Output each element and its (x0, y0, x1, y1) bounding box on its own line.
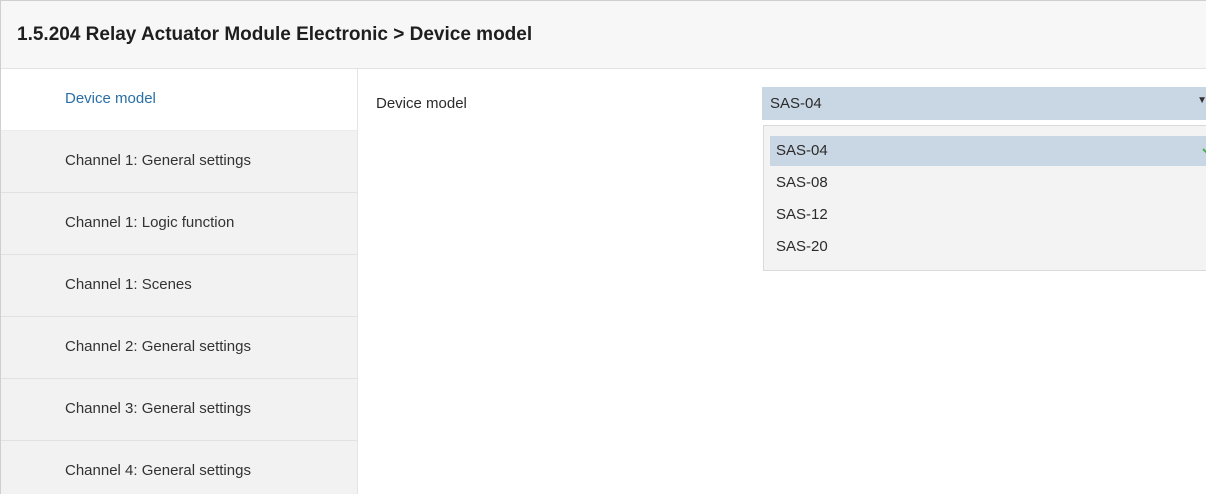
option-label: SAS-12 (776, 206, 828, 223)
sidebar-item-channel-4-general-settings[interactable]: Channel 4: General settings (1, 441, 357, 494)
sidebar-item-device-model[interactable]: Device model (1, 69, 357, 131)
sidebar-item-label: Device model (65, 90, 156, 107)
sidebar-item-channel-2-general-settings[interactable]: Channel 2: General settings (1, 317, 357, 379)
sidebar: Device model Channel 1: General settings… (1, 69, 358, 494)
sidebar-item-channel-1-logic-function[interactable]: Channel 1: Logic function (1, 193, 357, 255)
device-model-label: Device model (376, 95, 467, 112)
sidebar-item-channel-1-scenes[interactable]: Channel 1: Scenes (1, 255, 357, 317)
select-value: SAS-04 (770, 95, 822, 112)
sidebar-item-channel-1-general-settings[interactable]: Channel 1: General settings (1, 131, 357, 193)
sidebar-item-label: Channel 1: General settings (65, 152, 251, 169)
page-header: 1.5.204 Relay Actuator Module Electronic… (1, 1, 1206, 69)
device-model-dropdown-list: SAS-04 SAS-08 SAS-12 SAS-20 (763, 125, 1206, 271)
dropdown-option-sas-04[interactable]: SAS-04 (770, 136, 1206, 166)
sidebar-item-label: Channel 3: General settings (65, 400, 251, 417)
dropdown-option-sas-20[interactable]: SAS-20 (770, 232, 1206, 262)
sidebar-item-label: Channel 1: Scenes (65, 276, 192, 293)
option-label: SAS-20 (776, 238, 828, 255)
sidebar-item-label: Channel 4: General settings (65, 462, 251, 479)
app-window: 1.5.204 Relay Actuator Module Electronic… (0, 0, 1206, 494)
option-label: SAS-08 (776, 174, 828, 191)
check-icon (1202, 144, 1206, 154)
dropdown-option-sas-12[interactable]: SAS-12 (770, 200, 1206, 230)
sidebar-item-label: Channel 1: Logic function (65, 214, 235, 231)
page-title: 1.5.204 Relay Actuator Module Electronic… (17, 24, 533, 45)
sidebar-item-label: Channel 2: General settings (65, 338, 251, 355)
chevron-down-icon[interactable]: ▼ (1197, 95, 1206, 106)
dropdown-option-sas-08[interactable]: SAS-08 (770, 168, 1206, 198)
device-model-select[interactable]: SAS-04 ▼ (762, 87, 1206, 120)
sidebar-item-channel-3-general-settings[interactable]: Channel 3: General settings (1, 379, 357, 441)
option-label: SAS-04 (776, 142, 828, 159)
